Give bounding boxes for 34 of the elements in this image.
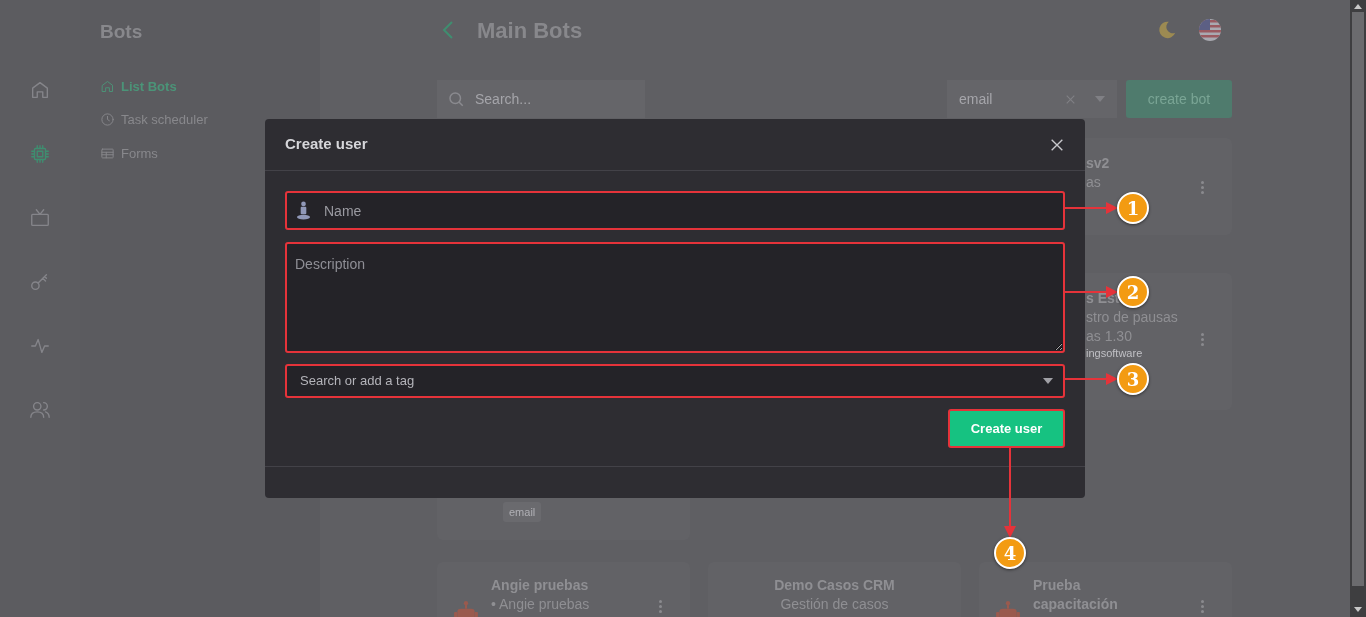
more-button[interactable] [1201,180,1204,194]
modal-title: Create user [285,134,368,155]
flag-icon[interactable] [1198,18,1222,42]
search-field[interactable]: Search... [437,80,645,118]
numbered-marker: 4 [994,537,1026,569]
more-button[interactable] [1201,333,1204,347]
sidebar-item[interactable]: List Bots [100,76,320,96]
tv-icon [29,207,51,229]
create-user-button[interactable]: Create user [948,409,1065,448]
more-button[interactable] [659,600,662,613]
chip-icon [29,143,51,165]
home-icon [29,79,51,101]
tag-select[interactable]: Search or add a tag [285,364,1065,398]
home-icon [100,78,115,94]
tag-chip: email [503,501,542,522]
description-field[interactable]: Description [285,242,1065,353]
person-icon [296,201,311,220]
filter-select[interactable]: email [947,80,1117,118]
table-icon [100,145,115,161]
card-author: ingsoftware [1086,347,1143,360]
arrow [1063,373,1118,385]
caret-icon [1043,378,1053,384]
caret-icon [1095,96,1105,102]
filter-value: email [959,89,994,109]
more-button[interactable] [1201,600,1204,613]
clock-icon [100,112,115,128]
scrollbar[interactable] [1350,0,1366,617]
users-icon [29,399,51,421]
nav-button[interactable] [28,142,52,166]
scroll-up-icon[interactable] [1354,4,1362,9]
scroll-down-icon[interactable] [1354,607,1362,612]
name-field[interactable]: Name [285,191,1065,230]
moon-icon[interactable] [1156,19,1178,41]
arrow [1063,202,1118,214]
